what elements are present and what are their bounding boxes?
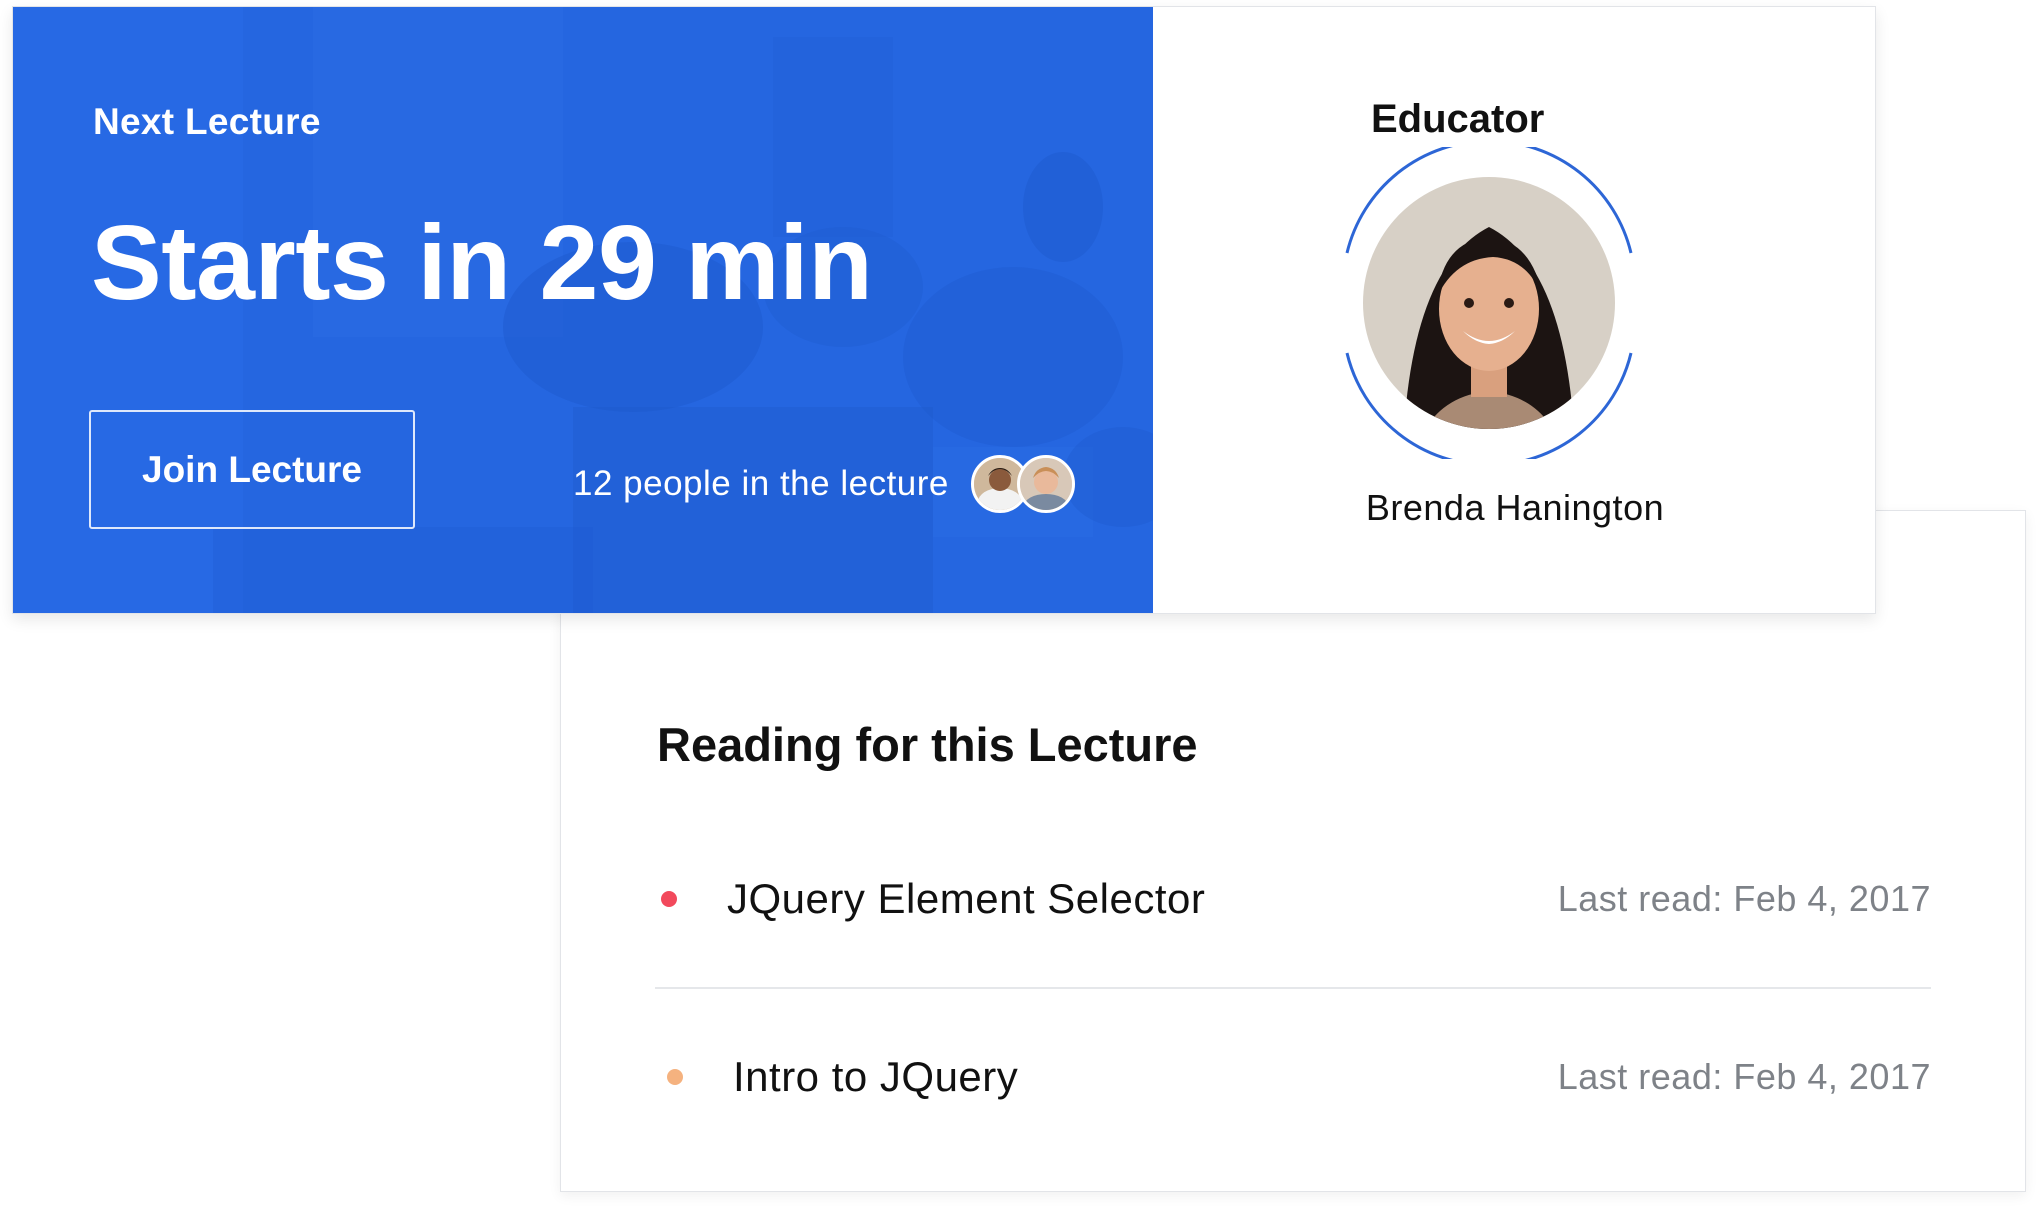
lecture-card: Next Lecture Starts in 29 min Join Lectu… (12, 6, 1876, 614)
reading-item-title[interactable]: JQuery Element Selector (727, 875, 1205, 923)
educator-avatar[interactable] (1333, 139, 1645, 467)
next-lecture-label: Next Lecture (93, 101, 321, 142)
reading-list-item[interactable]: Intro to JQuery Last read: Feb 4, 2017 (655, 987, 1931, 1165)
educator-panel: Educator Brenda Hanington (1153, 7, 1875, 613)
reading-heading: Reading for this Lecture (657, 718, 1198, 771)
attendee-count: 12 people in the lecture (573, 464, 949, 503)
educator-name: Brenda Hanington (1365, 487, 1665, 528)
join-lecture-button[interactable]: Join Lecture (89, 410, 415, 529)
hero-content: Next Lecture Starts in 29 min Join Lectu… (13, 7, 1153, 613)
attendees-info: 12 people in the lecture (573, 455, 1075, 513)
lecture-countdown: Starts in 29 min (91, 204, 873, 322)
attendee-avatar-stack[interactable] (970, 455, 1075, 513)
status-dot-icon (667, 1069, 683, 1085)
educator-heading: Educator (1371, 97, 1545, 141)
reading-item-last-read: Last read: Feb 4, 2017 (1557, 878, 1931, 919)
reading-item-last-read: Last read: Feb 4, 2017 (1557, 1056, 1931, 1097)
reading-list: JQuery Element Selector Last read: Feb 4… (655, 811, 1931, 1165)
next-lecture-panel: Next Lecture Starts in 29 min Join Lectu… (13, 7, 1153, 613)
reading-item-title[interactable]: Intro to JQuery (733, 1053, 1018, 1101)
status-dot-icon (661, 891, 677, 907)
attendee-avatar (1016, 455, 1075, 513)
reading-list-item[interactable]: JQuery Element Selector Last read: Feb 4… (655, 811, 1931, 987)
page: Next Lecture Starts in 29 min Join Lectu… (0, 0, 2037, 1209)
